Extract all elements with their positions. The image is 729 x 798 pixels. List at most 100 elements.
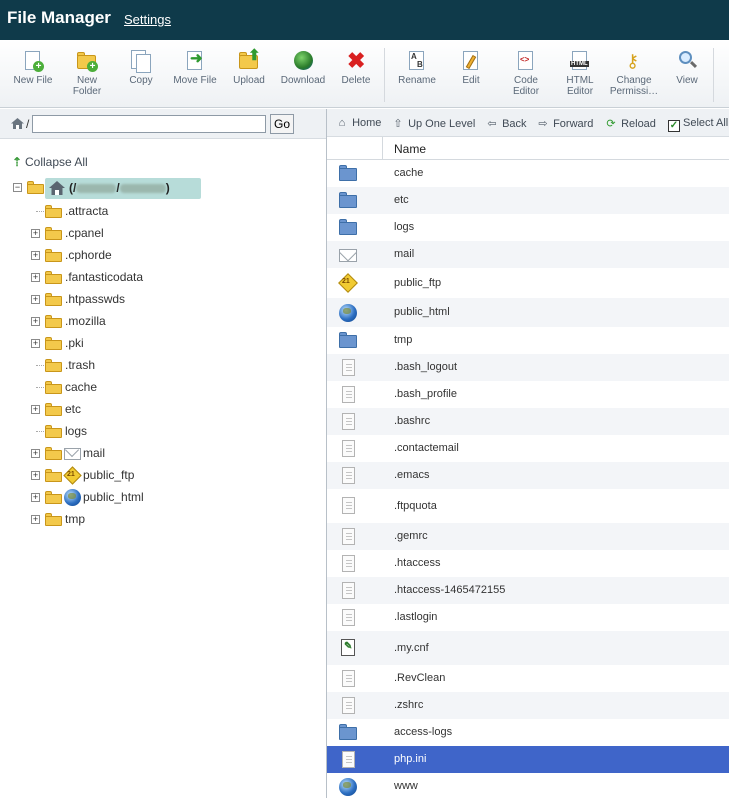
table-row[interactable]: .bashrc [327, 408, 729, 435]
expand-toggle-icon[interactable]: + [31, 317, 40, 326]
table-row[interactable]: public_html [327, 298, 729, 327]
table-row[interactable]: php.ini [327, 746, 729, 773]
code-editor-icon: <> [515, 50, 537, 72]
folder-icon [45, 513, 62, 526]
folder-icon [45, 293, 62, 306]
copy-button[interactable]: Copy [113, 50, 169, 86]
table-row[interactable]: .ftpquota [327, 489, 729, 523]
path-input[interactable] [32, 115, 266, 133]
file-name: logs [394, 221, 415, 233]
toolbar-button-label: Delete [341, 75, 371, 86]
redacted-username [76, 184, 117, 194]
table-row[interactable]: .zshrc [327, 692, 729, 719]
download-button[interactable]: Download [275, 50, 331, 86]
expand-toggle-icon[interactable]: + [31, 295, 40, 304]
expand-toggle-icon[interactable]: + [31, 449, 40, 458]
new-folder-button[interactable]: + New Folder [59, 50, 115, 97]
folder-icon [339, 165, 357, 183]
file-name: .ftpquota [394, 500, 437, 512]
file-name: public_ftp [394, 277, 442, 289]
table-row[interactable]: cache [327, 160, 729, 187]
table-row[interactable]: ✎ .my.cnf [327, 631, 729, 665]
tree-item-label: .mozilla [65, 314, 106, 328]
rename-button[interactable]: A B Rename [389, 50, 445, 86]
table-row[interactable]: www [327, 773, 729, 798]
expand-toggle-icon[interactable]: + [31, 251, 40, 260]
tree-connector [36, 431, 44, 432]
toolbar-button-label: Upload [233, 75, 265, 86]
code-editor-button[interactable]: <> Code Editor [498, 50, 554, 97]
table-row[interactable]: .lastlogin [327, 604, 729, 631]
select-all-button[interactable]: ✓ Select All [668, 117, 728, 132]
mail-icon [64, 442, 81, 462]
change-permissi-button[interactable]: ⚷ Change Permissi… [606, 50, 662, 97]
table-row[interactable]: access-logs [327, 719, 729, 746]
html-editor-button[interactable]: HTML HTML Editor [552, 50, 608, 97]
upload-button[interactable]: ⬆ Upload [221, 48, 277, 86]
toolbar-button-label: Copy [129, 75, 153, 86]
tree-item-label: mail [83, 446, 106, 460]
expand-toggle-icon[interactable]: + [31, 229, 40, 238]
view-button[interactable]: View [659, 50, 715, 86]
file-name: www [394, 780, 418, 792]
toolbar-button-label: Edit [462, 75, 480, 86]
name-column-header[interactable]: Name [394, 142, 426, 156]
move-file-button[interactable]: ➜ Move File [167, 50, 223, 86]
html-editor-icon: HTML [569, 50, 591, 72]
home-button[interactable]: ⌂ Home [335, 117, 382, 129]
collapse-toggle-icon[interactable]: − [13, 183, 22, 192]
toolbar-button-label: View [676, 75, 698, 86]
up-one-level-button[interactable]: ⇧ Up One Level [391, 117, 475, 130]
table-row[interactable]: .bash_profile [327, 381, 729, 408]
table-row[interactable]: mail [327, 241, 729, 268]
expand-toggle-icon[interactable]: + [31, 493, 40, 502]
expand-toggle-icon[interactable]: + [31, 273, 40, 282]
delete-button[interactable]: ✖ Delete [328, 50, 384, 87]
nav-bar: ⌂ Home ⇧ Up One Level ⇦ Back ⇨ Forward ⟳… [327, 109, 729, 137]
expand-toggle-icon[interactable]: + [31, 515, 40, 524]
edit-button[interactable]: Edit [443, 50, 499, 86]
file-icon [339, 528, 357, 546]
file-icon [339, 467, 357, 485]
reload-button[interactable]: ⟳ Reload [604, 117, 656, 130]
file-name: .emacs [394, 469, 430, 481]
folder-icon [45, 381, 62, 394]
globe-icon [339, 778, 357, 796]
file-list-panel: ⌂ Home ⇧ Up One Level ⇦ Back ⇨ Forward ⟳… [326, 109, 729, 798]
toolbar-button-label: New Folder [72, 75, 102, 97]
toolbar-button-label: Download [280, 75, 326, 86]
icon-column-header[interactable] [327, 137, 383, 160]
settings-link[interactable]: Settings [124, 12, 171, 27]
table-row[interactable]: logs [327, 214, 729, 241]
back-button[interactable]: ⇦ Back [485, 117, 526, 130]
file-icon [339, 751, 357, 769]
go-button[interactable]: Go [270, 114, 294, 134]
new-file-button[interactable]: + New File [5, 50, 61, 86]
table-row[interactable]: .htaccess-1465472155 [327, 577, 729, 604]
forward-button[interactable]: ⇨ Forward [536, 117, 593, 130]
folder-icon [45, 491, 62, 504]
table-row[interactable]: .contactemail [327, 435, 729, 462]
file-name: cache [394, 167, 424, 179]
up-folder-icon: ⇧ [393, 118, 403, 130]
folder-tree-panel: / Go ⇡ Collapse All − (//) .attracta + .cpa… [0, 109, 326, 798]
expand-toggle-icon[interactable]: + [31, 339, 40, 348]
table-row[interactable]: .gemrc [327, 523, 729, 550]
table-row[interactable]: .bash_logout [327, 354, 729, 381]
table-row[interactable]: .htaccess [327, 550, 729, 577]
mail-icon [339, 244, 357, 264]
table-row[interactable]: etc [327, 187, 729, 214]
reload-icon: ⟳ [606, 118, 616, 130]
tree-item-label: logs [65, 424, 88, 438]
expand-toggle-icon[interactable]: + [31, 471, 40, 480]
table-row[interactable]: 21 public_ftp [327, 268, 729, 298]
file-icon [339, 555, 357, 573]
collapse-all-link[interactable]: ⇡ Collapse All [12, 155, 88, 169]
home-icon [11, 118, 24, 129]
table-header: Name [327, 137, 729, 160]
expand-toggle-icon[interactable]: + [31, 405, 40, 414]
table-row[interactable]: tmp [327, 327, 729, 354]
file-icon [339, 582, 357, 600]
table-row[interactable]: .RevClean [327, 665, 729, 692]
table-row[interactable]: .emacs [327, 462, 729, 489]
